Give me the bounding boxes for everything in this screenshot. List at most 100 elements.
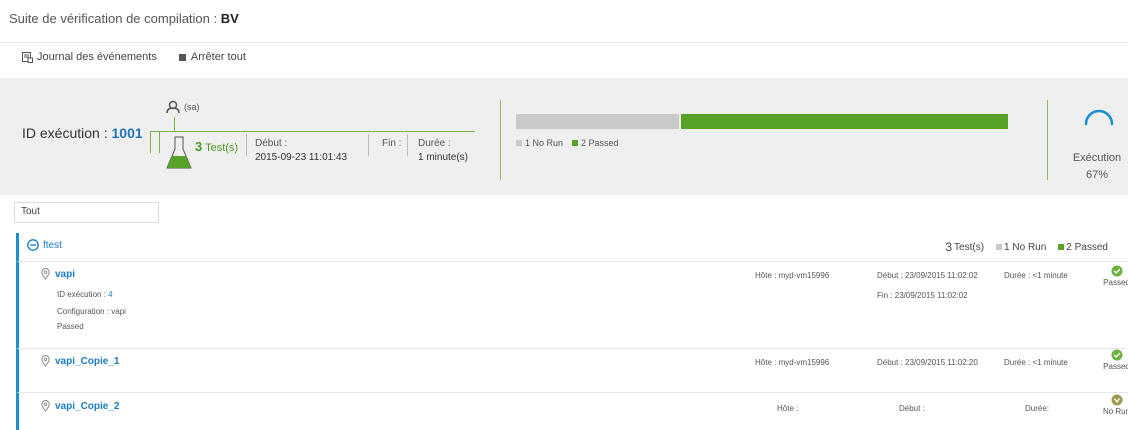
test-group-header[interactable]: ftest 3 Test(s) 1 No Run 2 Passed (16, 233, 1128, 262)
test-row[interactable]: vapi_Copie_1 Hôte : myd-vm15996 Début : … (16, 349, 1128, 393)
flask-icon (166, 136, 192, 169)
event-log-label: Journal des événements (37, 51, 157, 63)
stop-all-label: Arrêter tout (190, 51, 246, 63)
status-badge: Passed (1102, 265, 1128, 287)
test-name-link[interactable]: vapi (41, 268, 75, 280)
passed-swatch (1058, 244, 1065, 250)
start-time-value: 23/09/2015 11:02:20 (905, 358, 978, 367)
duration-label: Durée : (1004, 271, 1033, 280)
location-pin-icon (41, 268, 50, 280)
test-config-value: vapi (111, 307, 126, 316)
test-name-link[interactable]: vapi_Copie_1 (41, 355, 119, 367)
test-row[interactable]: vapi_Copie_2 Hôte : Début : Durée: No Ru… (16, 393, 1128, 430)
duration-value: <1 minute (1032, 358, 1068, 367)
group-name: ftest (43, 239, 62, 251)
run-user-name: (sa) (184, 102, 200, 112)
execution-status-label: Exécution (1072, 152, 1122, 164)
end-time: Fin : 23/09/2015 11:02:02 (877, 291, 968, 300)
test-name-link[interactable]: vapi_Copie_2 (41, 400, 119, 412)
run-user: (sa) (166, 100, 200, 114)
legend-passed-label: 2 Passed (581, 138, 619, 148)
no-run-swatch (516, 140, 522, 146)
separator (407, 134, 408, 156)
status-text: No Run (1102, 407, 1128, 416)
execution-summary-panel: ID exécution : 1001 (sa) 3 Test(s) Début… (0, 78, 1128, 195)
group-toggle[interactable]: ftest (27, 239, 62, 251)
duration: Durée : <1 minute (1004, 358, 1068, 367)
execution-progress: 67% (1085, 169, 1109, 181)
collapse-icon[interactable] (27, 239, 39, 251)
group-no-run: 1 No Run (1004, 241, 1047, 253)
progress-bar (516, 114, 1008, 129)
test-config-label: Configuration : (57, 307, 112, 316)
event-log-icon (22, 51, 33, 63)
end-time-label: Fin : (877, 291, 895, 300)
stop-all-button[interactable]: Arrêter tout (178, 51, 246, 63)
duration-value: 1 minute(s) (418, 152, 469, 163)
check-circle-icon (1111, 349, 1122, 361)
status-badge: No Run (1102, 394, 1128, 416)
start-label: Début : (255, 138, 288, 149)
status-badge: Passed (1102, 349, 1128, 371)
duration-label: Durée : (1004, 358, 1033, 367)
test-count-suffix: Test(s) (202, 142, 239, 154)
legend-no-run: 1 No Run (516, 138, 563, 148)
no-run-swatch (996, 244, 1003, 250)
start-time-label: Début : (877, 271, 906, 280)
legend-no-run-label: 1 No Run (525, 138, 564, 148)
page-title-prefix: Suite de vérification de compilation : (9, 11, 221, 26)
passed-segment (681, 114, 1008, 129)
host-label: Hôte : (755, 271, 779, 280)
section-divider (1047, 100, 1048, 180)
tree-tick (159, 131, 160, 153)
test-detail-status: Passed (57, 322, 84, 331)
group-test-count: 3 (945, 240, 953, 254)
start-value: 2015-09-23 11:01:43 (255, 152, 348, 163)
tree-tick (150, 131, 151, 153)
separator (246, 134, 247, 156)
test-configuration: Configuration : vapi (57, 307, 126, 316)
end-label: Fin : (382, 138, 402, 149)
stop-icon (178, 53, 186, 61)
page-title-name: BV (220, 11, 239, 26)
group-passed: 2 Passed (1066, 241, 1108, 253)
test-row[interactable]: vapi ID exécution : 4 Configuration : va… (16, 262, 1128, 349)
passed-swatch (572, 140, 579, 146)
end-time-value: 23/09/2015 11:02:02 (894, 291, 968, 300)
duration-value: <1 minute (1032, 271, 1068, 280)
host-label: Hôte : (755, 358, 779, 367)
test-name: vapi (55, 268, 76, 280)
tree-line (150, 131, 475, 132)
start-time-label: Début : (877, 358, 906, 367)
check-circle-icon (1111, 265, 1122, 277)
location-pin-icon (41, 400, 50, 412)
host: Hôte : myd-vm15996 (755, 271, 829, 280)
event-log-button[interactable]: Journal des événements (22, 51, 157, 63)
test-exec-id-value[interactable]: 4 (108, 290, 112, 299)
filter-dropdown[interactable]: Tout (14, 202, 159, 223)
page-title: Suite de vérification de compilation : B… (9, 11, 239, 26)
no-run-icon (1111, 394, 1122, 406)
status-text: Passed (1103, 362, 1128, 371)
test-name: vapi_Copie_2 (55, 400, 120, 412)
progress-legend: 1 No Run 2 Passed (516, 138, 628, 148)
no-run-segment (516, 114, 679, 129)
execution-id-label: ID exécution : (22, 125, 112, 141)
start-time: Début : 23/09/2015 11:02:20 (877, 358, 978, 367)
start-time-label: Début : (899, 404, 925, 413)
section-divider (500, 100, 501, 180)
start-time: Début : 23/09/2015 11:02:02 (877, 271, 978, 280)
location-pin-icon (41, 355, 50, 367)
execution-id-value: 1001 (111, 125, 143, 141)
host-label: Hôte : (777, 404, 799, 413)
duration-label: Durée : (418, 138, 451, 149)
execution-id: ID exécution : 1001 (22, 125, 143, 141)
host-value: myd-vm15996 (778, 358, 830, 367)
tree-connector (174, 117, 175, 131)
status-text: Passed (1103, 278, 1128, 287)
toolbar: Journal des événements Arrêter tout (22, 49, 268, 65)
title-divider (0, 42, 1128, 43)
test-name: vapi_Copie_1 (55, 355, 120, 367)
group-summary: 3 Test(s) 1 No Run 2 Passed (945, 240, 1108, 254)
separator (368, 134, 369, 156)
